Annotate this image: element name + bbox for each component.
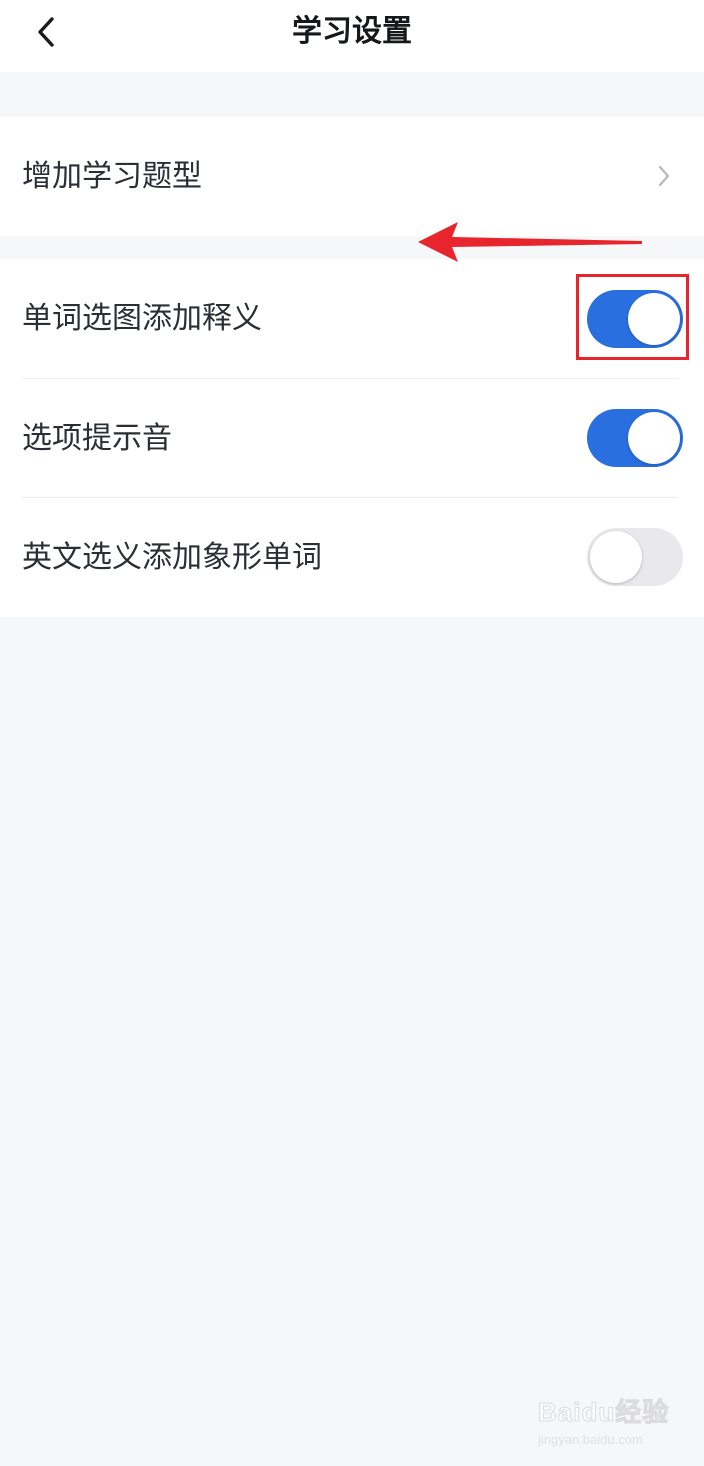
setting-row-option-sound: 选项提示音 xyxy=(0,379,704,498)
pictograph-words-toggle[interactable] xyxy=(587,528,683,586)
watermark-logo: Baidu经验 jingyan.baidu.com xyxy=(538,1392,678,1454)
watermark-main-text: Baidu经验 xyxy=(538,1397,670,1428)
red-arrow-annotation xyxy=(418,222,642,262)
setting-label: 英文选义添加象形单词 xyxy=(22,540,322,575)
toggle-knob xyxy=(628,412,680,464)
watermark-sub-text: jingyan.baidu.com xyxy=(538,1432,643,1447)
page-title: 学习设置 xyxy=(292,14,412,49)
chevron-right-icon xyxy=(658,165,670,187)
setting-label: 选项提示音 xyxy=(22,421,172,456)
highlight-box xyxy=(576,274,689,360)
setting-label: 单词选图添加释义 xyxy=(22,301,262,336)
setting-row-pictograph-words: 英文选义添加象形单词 xyxy=(0,498,704,617)
top-nav-bar: 学习设置 xyxy=(0,0,704,72)
toggle-knob xyxy=(590,531,642,583)
option-sound-toggle[interactable] xyxy=(587,409,683,467)
add-question-types-label: 增加学习题型 xyxy=(22,159,202,194)
